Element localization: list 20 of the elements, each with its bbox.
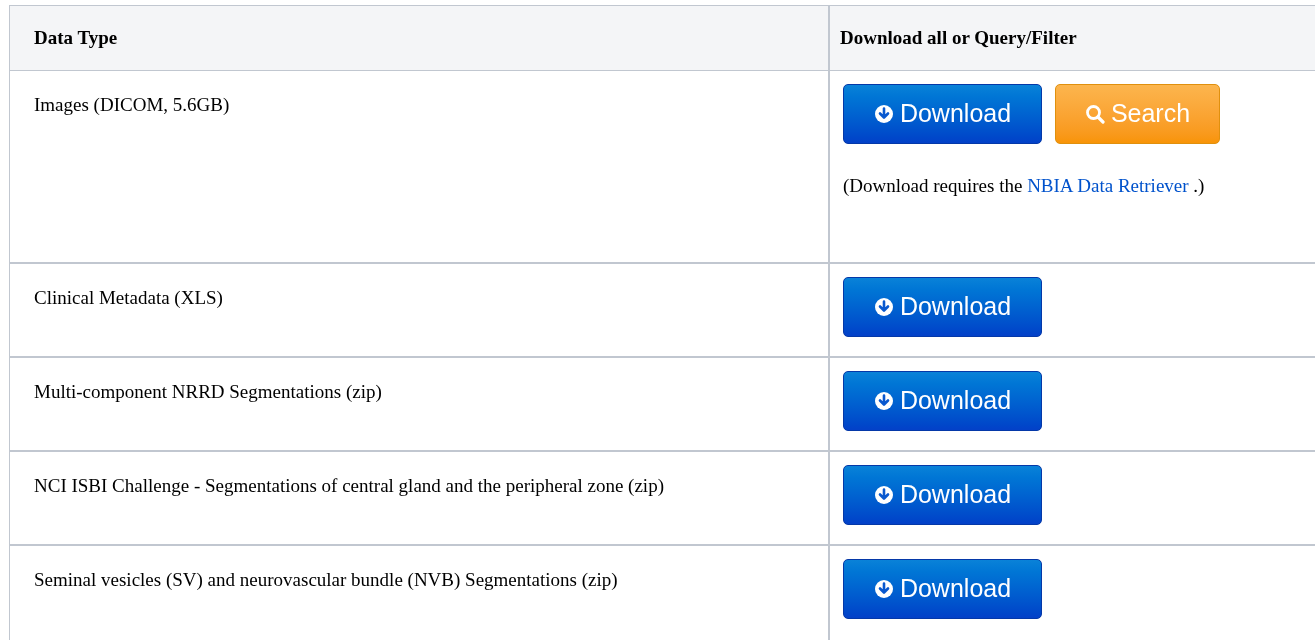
download-icon [873, 391, 894, 411]
download-icon [873, 297, 894, 317]
table-cell-text: Clinical Metadata (XLS) [34, 286, 224, 310]
download-note: (Download requires the NBIA Data Retriever .) [843, 174, 1206, 198]
search-icon [1084, 104, 1105, 124]
column-header: Data Type [10, 6, 830, 70]
table-cell-text: Multi-component NRRD Segmentations (zip) [34, 380, 383, 404]
table-cell-text: Seminal vesicles (SV) and neurovascular bundle (NVB) Segmentations (zip) [34, 568, 619, 592]
download-button[interactable]: Download [843, 559, 1042, 619]
download-button[interactable]: Download [843, 84, 1042, 144]
download-button[interactable]: Download [843, 465, 1042, 525]
download-icon [873, 579, 894, 599]
download-icon [873, 485, 894, 505]
table-cell-text: Images (DICOM, 5.6GB) [34, 93, 231, 117]
download-icon [873, 104, 894, 124]
nbia-data-retriever-link[interactable]: NBIA Data Retriever [1027, 175, 1189, 196]
download-button[interactable]: Download [843, 277, 1042, 337]
download-button[interactable]: Download [843, 371, 1042, 431]
table-cell-text: NCI ISBI Challenge - Segmentations of central gland and the peripheral zone (zip) [34, 474, 665, 498]
column-header: Download all or Query/Filter [839, 26, 1078, 50]
